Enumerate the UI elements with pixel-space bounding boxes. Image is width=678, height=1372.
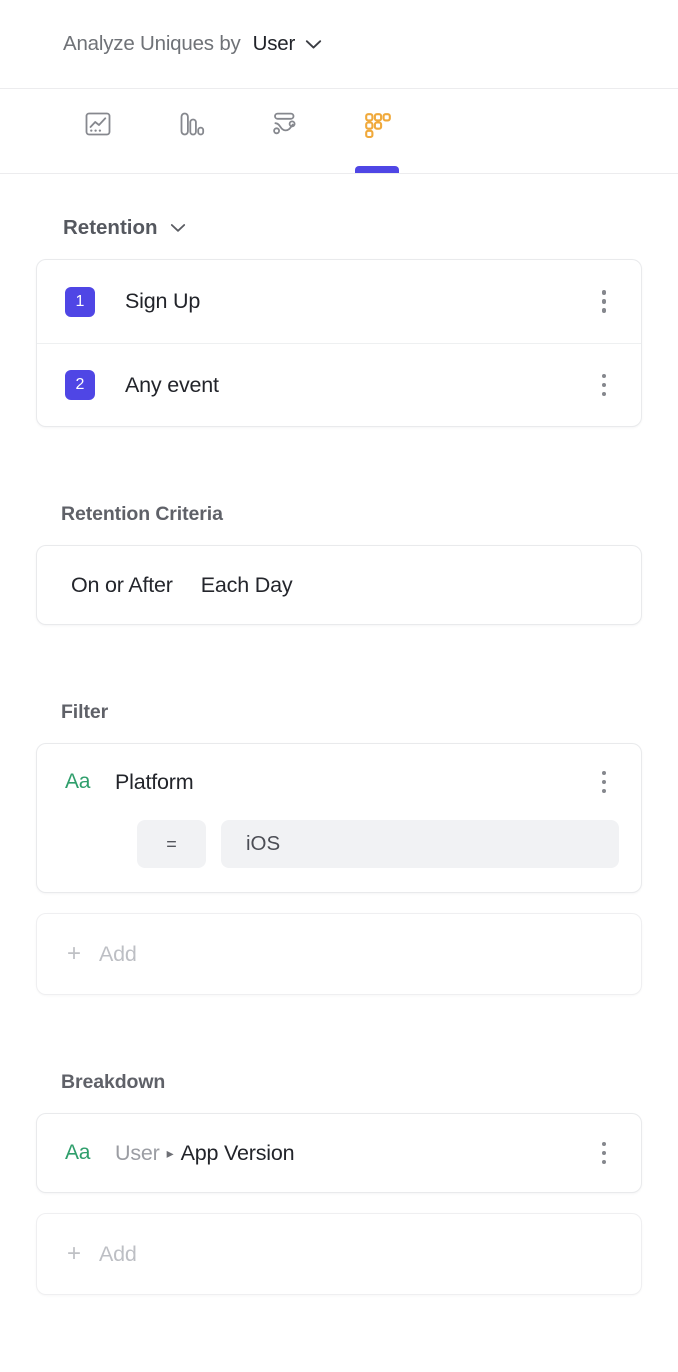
path-separator-icon: ▸ [166,1145,174,1161]
flow-path-icon [267,107,301,146]
kebab-menu-icon[interactable] [589,287,619,317]
filter-title: Filter [61,701,109,723]
plus-icon: + [67,1240,82,1267]
step-number-badge: 2 [65,370,95,400]
filter-value-field[interactable]: iOS [221,820,619,868]
text-type-icon: Aa [65,1141,91,1164]
text-type-icon: Aa [65,770,91,793]
tab-retention[interactable] [330,89,423,173]
add-filter-button[interactable]: + Add [36,913,642,995]
step-event-label: Any event [125,372,219,397]
kebab-menu-icon[interactable] [589,370,619,400]
line-chart-icon [81,107,115,146]
analyze-uniques-label: Analyze Uniques by [63,32,241,55]
analyze-by-value: User [252,32,296,55]
retention-grid-icon [360,107,394,146]
add-breakdown-button[interactable]: + Add [36,1213,642,1295]
breakdown-property-path: User ▸ App Version [103,1141,589,1166]
analysis-header: Analyze Uniques by User [0,0,678,89]
filter-operator-chip[interactable]: = [137,820,206,868]
add-filter-label: Add [99,941,137,966]
filter-card: Aa Platform = iOS [36,743,642,893]
funnel-bars-icon [174,107,208,146]
analyze-by-dropdown[interactable]: User [253,32,322,56]
filter-condition-row: = iOS [65,820,619,868]
tab-line-chart[interactable] [51,89,144,173]
tab-funnel[interactable] [144,89,237,173]
chart-type-tabbar [0,89,678,174]
breakdown-card[interactable]: Aa User ▸ App Version [36,1113,642,1193]
retention-section-title: Retention [63,216,158,239]
retention-criteria-card: On or After Each Day [36,545,642,625]
analysis-panel-body: Retention 1 Sign Up 2 Any event Retentio… [0,216,678,1295]
kebab-menu-icon[interactable] [589,767,619,797]
filter-property-row[interactable]: Aa Platform [65,744,619,820]
retention-section-toggle[interactable]: Retention [63,216,642,240]
breakdown-title: Breakdown [61,1071,166,1093]
add-breakdown-label: Add [99,1241,137,1266]
tab-journeys[interactable] [237,89,330,173]
step-event-label: Sign Up [125,289,201,313]
plus-icon: + [67,940,82,967]
chevron-down-icon [305,39,322,50]
breakdown-property-name: App Version [180,1140,295,1165]
retention-steps-card: 1 Sign Up 2 Any event [36,259,642,427]
chevron-down-icon [170,223,186,233]
criteria-interval[interactable]: Each Day [201,573,293,598]
breakdown-scope: User [115,1140,160,1165]
filter-property-name: Platform [115,769,194,794]
retention-step-row[interactable]: 2 Any event [37,343,641,426]
criteria-operator[interactable]: On or After [71,573,173,598]
kebab-menu-icon[interactable] [589,1138,619,1168]
step-number-badge: 1 [65,286,95,317]
retention-step-row[interactable]: 1 Sign Up [37,260,641,343]
retention-criteria-title: Retention Criteria [61,503,223,525]
tab-active-indicator [354,166,399,173]
